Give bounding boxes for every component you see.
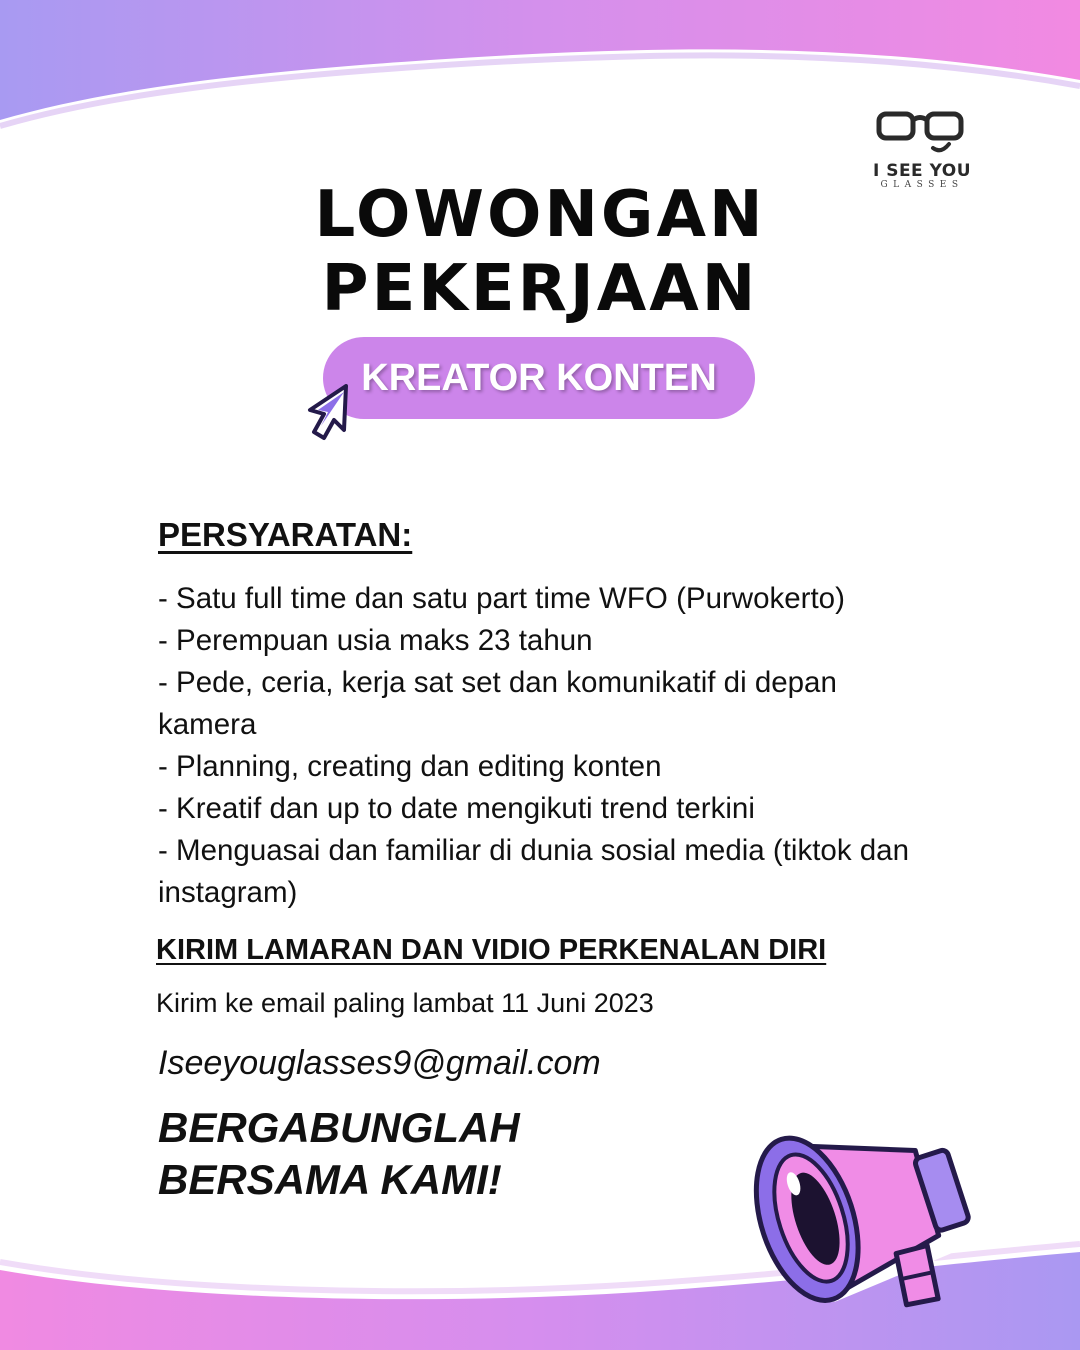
requirements-list: - Satu full time dan satu part time WFO … (158, 578, 918, 914)
position-label: KREATOR KONTEN (361, 357, 717, 399)
list-item: - Planning, creating dan editing konten (158, 750, 662, 783)
list-item: - Kreatif dan up to date mengikuti trend… (158, 792, 755, 825)
cta-line-2: BERSAMA KAMI! (158, 1156, 502, 1203)
list-item: - Pede, ceria, kerja sat set dan komunik… (158, 666, 837, 741)
cta-line-1: BERGABUNGLAH (158, 1104, 520, 1151)
application-heading: KIRIM LAMARAN DAN VIDIO PERKENALAN DIRI (156, 934, 827, 966)
cursor-arrow-icon (308, 384, 348, 440)
title-line-1: LOWONGAN (314, 178, 766, 252)
list-item: - Menguasai dan familiar di dunia sosial… (158, 834, 909, 909)
call-to-action: BERGABUNGLAH BERSAMA KAMI! (158, 1102, 520, 1206)
application-deadline: Kirim ke email paling lambat 11 Juni 202… (156, 988, 654, 1018)
megaphone-icon (747, 1091, 971, 1308)
list-item: - Satu full time dan satu part time WFO … (158, 582, 845, 615)
title-line-2: PEKERJAAN (321, 252, 759, 326)
contact-email[interactable]: Iseeyouglasses9@gmail.com (158, 1044, 601, 1083)
requirements-heading: PERSYARATAN: (158, 516, 413, 553)
glasses-icon (876, 111, 964, 153)
position-badge: KREATOR KONTEN (323, 337, 755, 419)
page-title: LOWONGAN PEKERJAAN (0, 178, 1080, 326)
list-item: - Perempuan usia maks 23 tahun (158, 624, 593, 657)
